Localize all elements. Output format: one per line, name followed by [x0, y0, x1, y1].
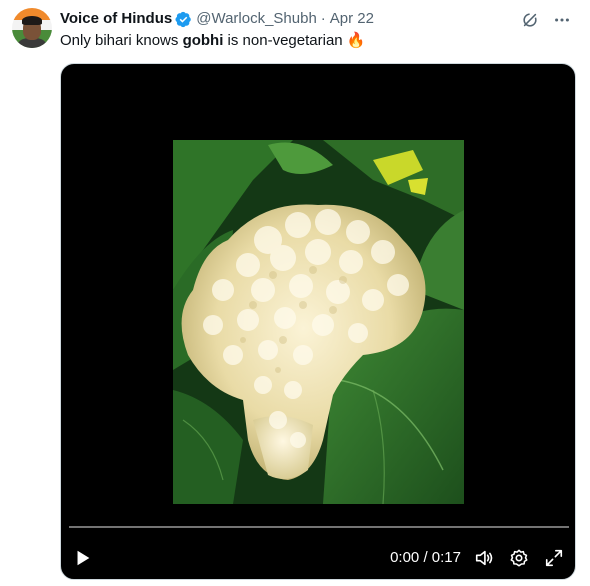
display-name[interactable]: Voice of Hindus — [60, 9, 172, 29]
duration: 0:17 — [431, 549, 461, 566]
video-time: 0:00 / 0:17 — [390, 549, 461, 567]
tweet-text-bold: gobhi — [182, 32, 224, 49]
expand-icon[interactable] — [543, 547, 565, 569]
handle[interactable]: @Warlock_Shubh — [196, 9, 317, 29]
play-icon[interactable] — [73, 547, 95, 569]
tweet[interactable]: Voice of Hindus @Warlock_Shubh · Apr 22 — [0, 0, 590, 586]
top-actions — [520, 10, 572, 30]
avatar-hair — [22, 16, 42, 25]
gear-icon[interactable] — [508, 547, 530, 569]
video-player[interactable]: 0:00 / 0:17 — [60, 63, 576, 580]
separator-dot: · — [320, 10, 326, 27]
tweet-header: Voice of Hindus @Warlock_Shubh · Apr 22 — [60, 9, 374, 29]
more-horizontal-icon[interactable] — [552, 10, 572, 30]
video-frame[interactable] — [173, 140, 464, 504]
volume-icon[interactable] — [473, 547, 495, 569]
tweet-text: Only bihari knows gobhi is non-vegetaria… — [60, 31, 365, 51]
progress-bar[interactable] — [69, 526, 569, 528]
tweet-date[interactable]: Apr 22 — [330, 9, 374, 29]
grok-icon[interactable] — [520, 10, 540, 30]
tweet-text-start: Only bihari knows — [60, 32, 183, 49]
cauliflower-image — [173, 140, 464, 504]
current-time: 0:00 — [390, 549, 420, 566]
avatar[interactable] — [12, 8, 52, 48]
time-separator: / — [419, 549, 432, 566]
verified-badge-icon — [175, 11, 192, 28]
video-controls: 0:00 / 0:17 — [61, 542, 575, 574]
fire-emoji: 🔥 — [346, 32, 366, 49]
tweet-text-end: is non-vegetarian — [223, 32, 347, 49]
